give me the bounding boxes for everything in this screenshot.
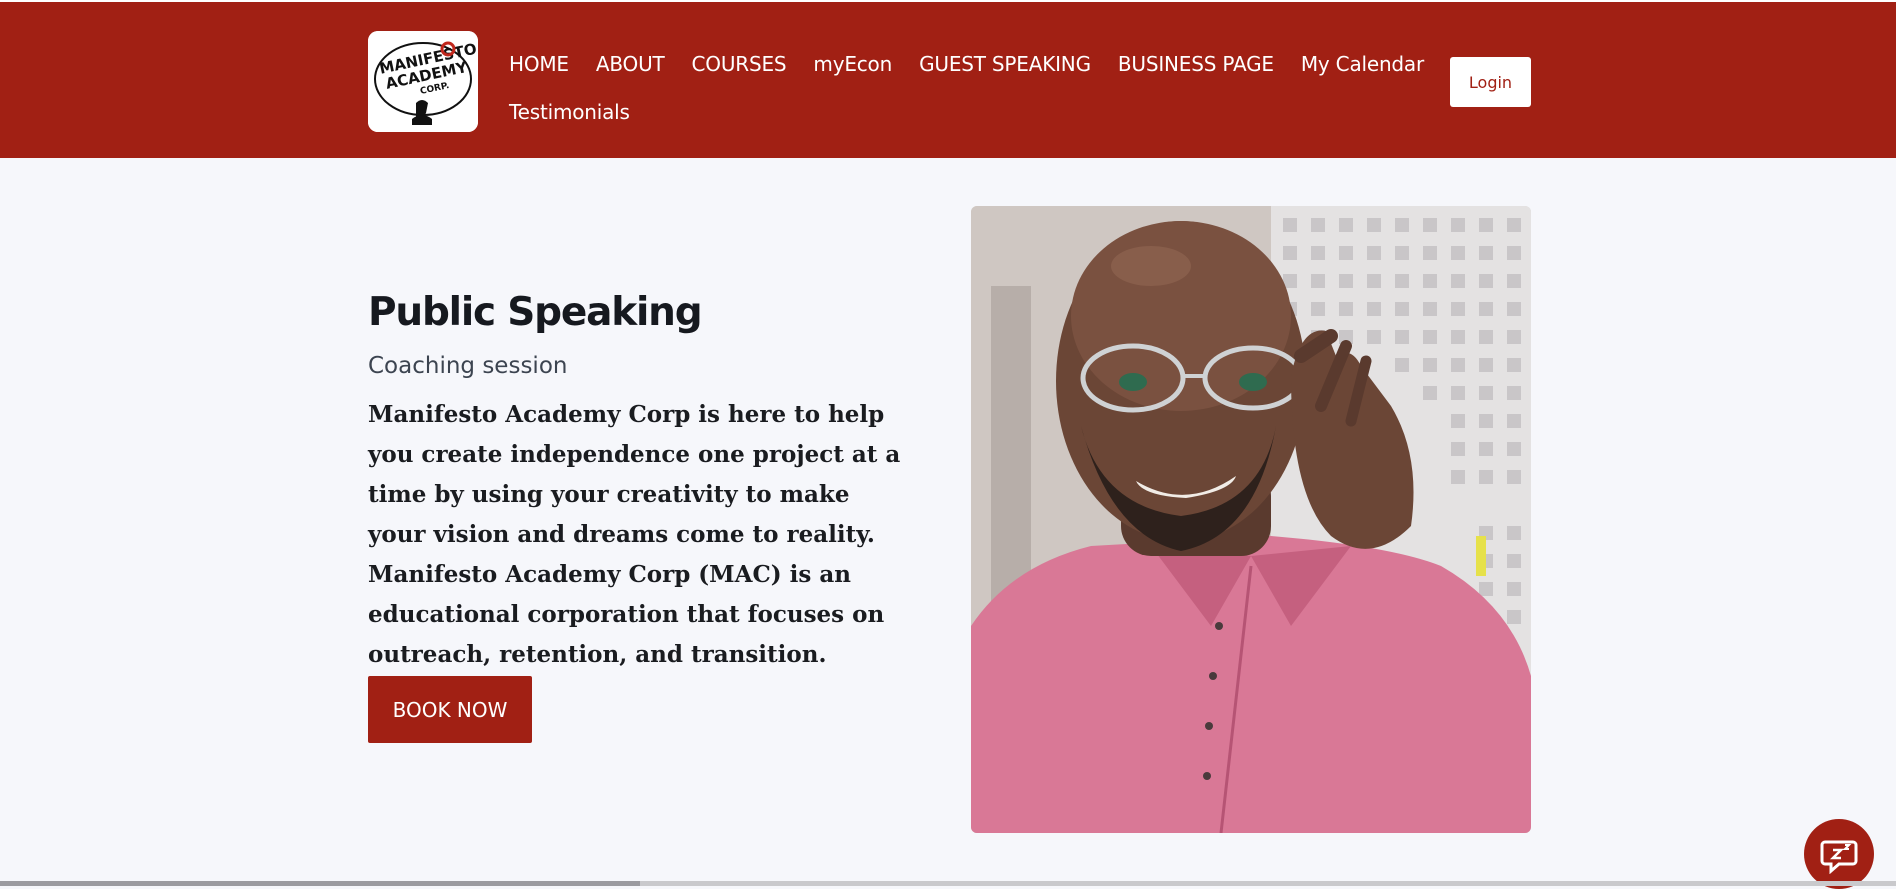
chat-bubble-icon [1820, 840, 1858, 874]
page-title: Public Speaking [368, 290, 703, 335]
nav-item-myecon[interactable]: myEcon [813, 52, 892, 76]
book-now-button[interactable]: BOOK NOW [368, 676, 532, 743]
nav-row-secondary: Testimonials [509, 88, 1429, 136]
page-subtitle: Coaching session [368, 353, 568, 379]
login-button[interactable]: Login [1450, 57, 1531, 107]
site-header: MANIFESTO ACADEMY CORP. HOME ABOUT COURS… [0, 0, 1896, 158]
manifesto-academy-logo-icon: MANIFESTO ACADEMY CORP. [368, 31, 478, 132]
site-logo[interactable]: MANIFESTO ACADEMY CORP. [368, 31, 478, 132]
nav-item-home[interactable]: HOME [509, 52, 569, 76]
horizontal-scrollbar[interactable] [0, 881, 1896, 886]
nav-item-guest-speaking[interactable]: GUEST SPEAKING [919, 52, 1091, 76]
nav-item-testimonials[interactable]: Testimonials [509, 100, 630, 124]
nav-item-my-calendar[interactable]: My Calendar [1301, 52, 1424, 76]
main-nav: HOME ABOUT COURSES myEcon GUEST SPEAKING… [509, 40, 1429, 136]
scrollbar-thumb[interactable] [0, 881, 640, 886]
chat-widget-button[interactable] [1804, 819, 1874, 889]
nav-item-business-page[interactable]: BUSINESS PAGE [1118, 52, 1274, 76]
nav-row-primary: HOME ABOUT COURSES myEcon GUEST SPEAKING… [509, 40, 1429, 88]
portrait-photo [971, 206, 1531, 833]
hero-photo [971, 206, 1531, 833]
nav-item-courses[interactable]: COURSES [692, 52, 787, 76]
nav-item-about[interactable]: ABOUT [596, 52, 665, 76]
hero-text: Public Speaking Coaching session Manifes… [368, 290, 928, 675]
hero-description: Manifesto Academy Corp is here to help y… [368, 401, 901, 668]
